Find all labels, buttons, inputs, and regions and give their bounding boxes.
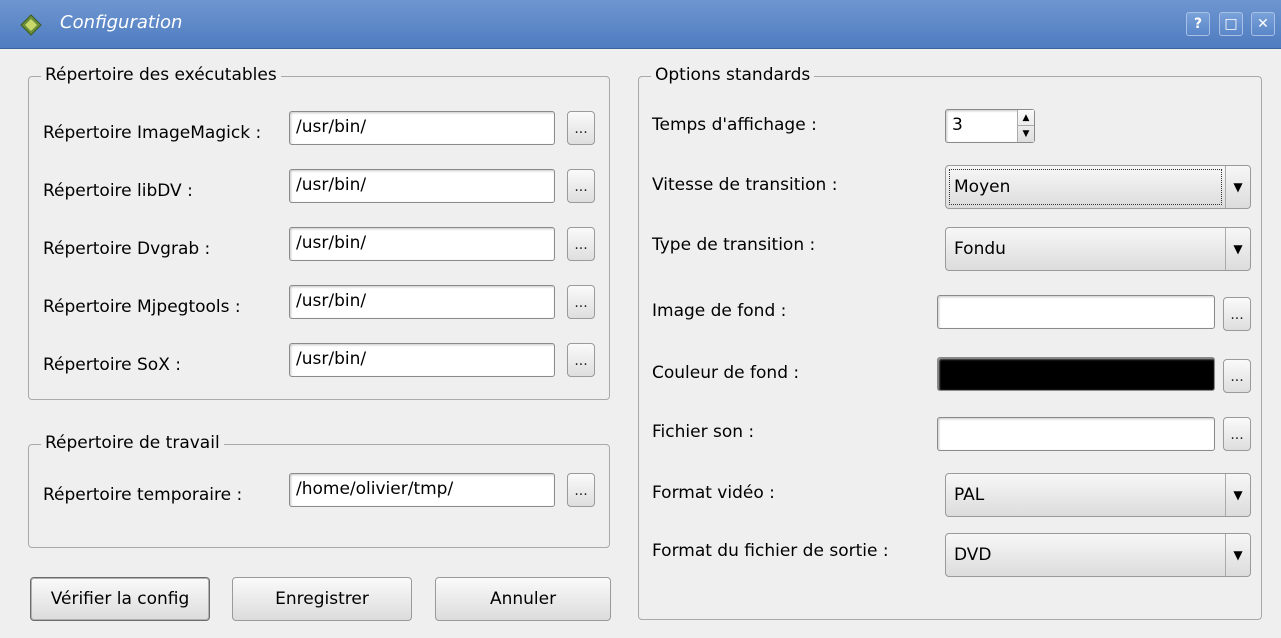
sound-file-browse-button[interactable]: ... — [1223, 417, 1251, 451]
executables-group-title: Répertoire des exécutables — [41, 65, 281, 85]
check-config-button[interactable]: Vérifier la config — [30, 577, 210, 621]
chevron-down-icon[interactable]: ▼ — [1225, 166, 1250, 208]
transition-speed-label: Vitesse de transition : — [652, 175, 838, 195]
title-bar: Configuration ? □ ✕ — [0, 0, 1281, 49]
temp-directory-input[interactable]: /home/olivier/tmp/ — [289, 473, 555, 507]
temp-directory-browse-button[interactable]: ... — [567, 473, 595, 507]
background-color-swatch[interactable] — [937, 357, 1215, 391]
maximize-button[interactable]: □ — [1219, 12, 1243, 36]
display-time-spin-buttons[interactable]: ▲ ▼ — [1017, 110, 1034, 142]
sound-file-input[interactable] — [937, 417, 1215, 451]
dvgrab-browse-button[interactable]: ... — [567, 227, 595, 261]
spin-up-icon[interactable]: ▲ — [1018, 110, 1034, 126]
executables-group: Répertoire des exécutables Répertoire Im… — [28, 65, 610, 400]
dvgrab-path-input[interactable]: /usr/bin/ — [289, 227, 555, 261]
help-button[interactable]: ? — [1186, 12, 1210, 36]
imagemagick-label: Répertoire ImageMagick : — [43, 123, 262, 143]
transition-type-select[interactable]: Fondu ▼ — [945, 227, 1251, 271]
save-button[interactable]: Enregistrer — [232, 577, 412, 621]
output-format-label: Format du fichier de sortie : — [652, 541, 889, 561]
sox-browse-button[interactable]: ... — [567, 343, 595, 377]
temp-directory-label: Répertoire temporaire : — [43, 485, 243, 505]
standard-options-group: Options standards Temps d'affichage : 3 … — [638, 65, 1262, 620]
libdv-browse-button[interactable]: ... — [567, 169, 595, 203]
video-format-label: Format vidéo : — [652, 483, 775, 503]
background-image-label: Image de fond : — [652, 301, 787, 321]
libdv-label: Répertoire libDV : — [43, 181, 193, 201]
sound-file-label: Fichier son : — [652, 422, 755, 442]
work-directory-group: Répertoire de travail Répertoire tempora… — [28, 433, 610, 548]
work-directory-group-title: Répertoire de travail — [41, 433, 224, 453]
spin-down-icon[interactable]: ▼ — [1018, 126, 1034, 142]
display-time-spinbox[interactable]: 3 ▲ ▼ — [945, 109, 1035, 143]
standard-options-group-title: Options standards — [651, 65, 815, 85]
window-title: Configuration — [60, 12, 183, 33]
transition-type-label: Type de transition : — [652, 235, 816, 255]
chevron-down-icon[interactable]: ▼ — [1225, 534, 1250, 576]
imagemagick-browse-button[interactable]: ... — [567, 111, 595, 145]
mjpegtools-label: Répertoire Mjpegtools : — [43, 297, 241, 317]
chevron-down-icon[interactable]: ▼ — [1225, 228, 1250, 270]
close-button[interactable]: ✕ — [1251, 12, 1275, 36]
background-color-browse-button[interactable]: ... — [1223, 359, 1251, 393]
video-format-value: PAL — [954, 485, 985, 505]
video-format-select[interactable]: PAL ▼ — [945, 473, 1251, 517]
display-time-label: Temps d'affichage : — [652, 115, 817, 135]
mjpegtools-path-input[interactable]: /usr/bin/ — [289, 285, 555, 319]
output-format-select[interactable]: DVD ▼ — [945, 533, 1251, 577]
output-format-value: DVD — [954, 545, 992, 565]
transition-type-value: Fondu — [954, 239, 1006, 259]
imagemagick-path-input[interactable]: /usr/bin/ — [289, 111, 555, 145]
cancel-button[interactable]: Annuler — [435, 577, 611, 621]
libdv-path-input[interactable]: /usr/bin/ — [289, 169, 555, 203]
display-time-value: 3 — [952, 115, 963, 135]
background-image-browse-button[interactable]: ... — [1223, 297, 1251, 331]
sox-path-input[interactable]: /usr/bin/ — [289, 343, 555, 377]
chevron-down-icon[interactable]: ▼ — [1225, 474, 1250, 516]
transition-speed-value: Moyen — [954, 177, 1011, 197]
transition-speed-select[interactable]: Moyen ▼ — [945, 165, 1251, 209]
background-image-input[interactable] — [937, 295, 1215, 329]
mjpegtools-browse-button[interactable]: ... — [567, 285, 595, 319]
dvgrab-label: Répertoire Dvgrab : — [43, 239, 211, 259]
background-color-label: Couleur de fond : — [652, 363, 800, 383]
sox-label: Répertoire SoX : — [43, 355, 181, 375]
app-icon — [20, 14, 42, 36]
